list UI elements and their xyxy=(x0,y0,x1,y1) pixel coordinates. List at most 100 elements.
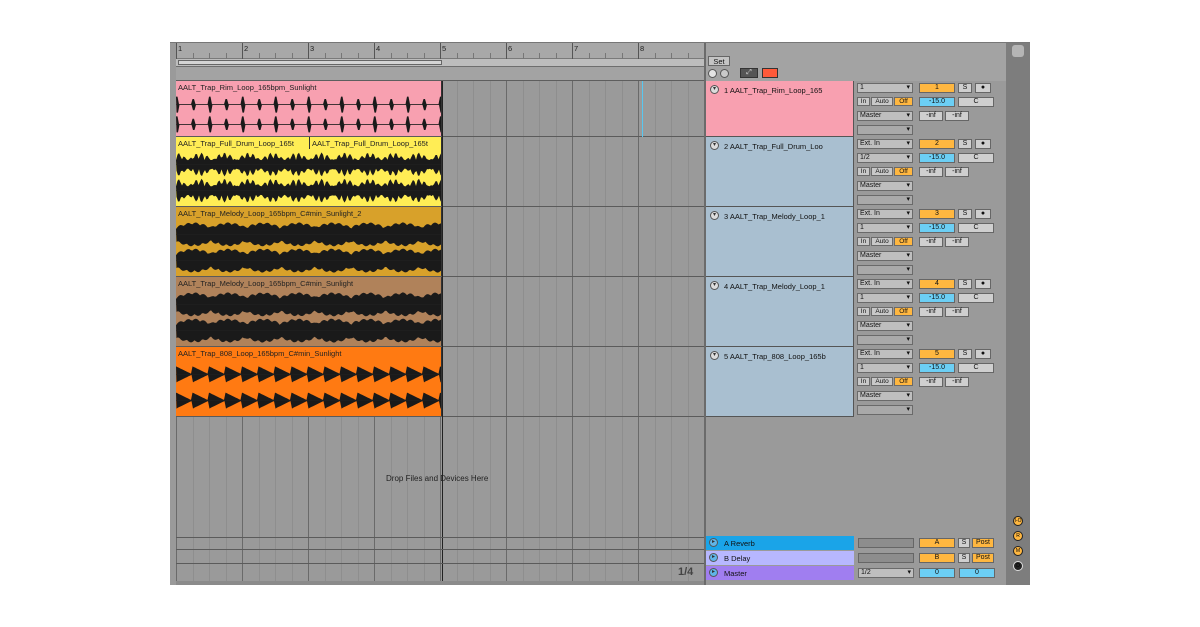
post-button[interactable]: Post xyxy=(972,553,994,563)
return-track-title[interactable]: ▸ A Reverb xyxy=(706,536,854,550)
send-a-field[interactable]: -inf xyxy=(919,307,943,317)
monitor-off-button[interactable]: Off xyxy=(894,307,913,316)
post-button[interactable]: Post xyxy=(972,538,994,548)
return-activator-button[interactable]: B xyxy=(919,553,955,563)
input-channel-select[interactable]: 1 xyxy=(857,293,913,303)
track-activator-button[interactable]: 1 xyxy=(919,83,955,93)
side-toggle-button[interactable]: R xyxy=(1013,531,1023,541)
solo-button[interactable]: S xyxy=(958,139,972,149)
pan-field[interactable]: C xyxy=(958,363,994,373)
side-toggle-button[interactable]: I-O xyxy=(1013,516,1023,526)
arm-button[interactable]: ● xyxy=(975,139,991,149)
beat-time-ruler[interactable]: 1 2 3 4 5 6 7 8 xyxy=(176,43,704,59)
fold-icon[interactable]: ▾ xyxy=(710,211,719,220)
input-channel-select[interactable]: 1 xyxy=(857,83,913,93)
return-activator-button[interactable]: A xyxy=(919,538,955,548)
master-pan-field[interactable]: 0 xyxy=(959,568,995,578)
volume-field[interactable]: -15.0 xyxy=(919,97,955,107)
send-a-field[interactable]: -inf xyxy=(919,111,943,121)
playhead-line[interactable] xyxy=(642,81,643,137)
back-icon[interactable] xyxy=(708,69,717,78)
volume-field[interactable]: -15.0 xyxy=(919,363,955,373)
volume-field[interactable]: -15.0 xyxy=(919,153,955,163)
monitor-in-button[interactable]: In xyxy=(857,97,870,106)
output-channel-select[interactable] xyxy=(857,195,913,205)
output-channel-select[interactable] xyxy=(857,405,913,415)
solo-button[interactable]: S xyxy=(958,83,972,93)
output-channel-select[interactable] xyxy=(857,265,913,275)
track-activator-button[interactable]: 4 xyxy=(919,279,955,289)
solo-button[interactable]: S xyxy=(958,209,972,219)
audio-clip[interactable]: AALT_Trap_Full_Drum_Loop_165t AALT_Trap_F… xyxy=(176,137,442,206)
horizontal-scrollbar[interactable] xyxy=(176,581,704,585)
output-select[interactable]: Master xyxy=(857,181,913,191)
monitor-off-button[interactable]: Off xyxy=(894,237,913,246)
audio-clip[interactable]: AALT_Trap_808_Loop_165bpm_C#min_Sunlight xyxy=(176,347,442,416)
monitor-auto-button[interactable]: Auto xyxy=(871,167,893,176)
send-b-field[interactable]: -inf xyxy=(945,377,969,387)
arm-button[interactable]: ● xyxy=(975,83,991,93)
return-track-title[interactable]: ▸ B Delay xyxy=(706,551,854,565)
send-a-field[interactable]: -inf xyxy=(919,167,943,177)
send-a-field[interactable]: -inf xyxy=(919,237,943,247)
monitor-auto-button[interactable]: Auto xyxy=(871,377,893,386)
fold-icon[interactable]: ▸ xyxy=(709,553,718,562)
monitor-in-button[interactable]: In xyxy=(857,167,870,176)
expand-icon[interactable]: ⤢ xyxy=(740,68,758,78)
monitor-in-button[interactable]: In xyxy=(857,237,870,246)
fold-icon[interactable]: ▾ xyxy=(710,351,719,360)
input-channel-select[interactable]: 1 xyxy=(857,223,913,233)
side-toggle-button[interactable]: M xyxy=(1013,546,1023,556)
input-channel-select[interactable]: 1/2 xyxy=(857,153,913,163)
overview-icon[interactable] xyxy=(1012,45,1024,57)
track-title-bar[interactable]: ▾ 4 AALT_Trap_Melody_Loop_1 xyxy=(706,277,854,347)
output-select[interactable]: Master xyxy=(857,251,913,261)
input-type-select[interactable]: Ext. In xyxy=(857,139,913,149)
audio-clip[interactable]: AALT_Trap_Rim_Loop_165bpm_Sunlight xyxy=(176,81,442,136)
output-channel-select[interactable] xyxy=(857,335,913,345)
input-type-select[interactable]: Ext. In xyxy=(857,209,913,219)
track-title-bar[interactable]: ▾ 3 AALT_Trap_Melody_Loop_1 xyxy=(706,207,854,277)
track-activator-button[interactable]: 3 xyxy=(919,209,955,219)
monitor-off-button[interactable]: Off xyxy=(894,377,913,386)
volume-field[interactable]: -15.0 xyxy=(919,223,955,233)
solo-button[interactable]: S xyxy=(958,538,970,548)
track-title-bar[interactable]: ▾ 5 AALT_Trap_808_Loop_165b xyxy=(706,347,854,417)
send-b-field[interactable]: -inf xyxy=(945,111,969,121)
monitor-auto-button[interactable]: Auto xyxy=(871,97,893,106)
send-b-field[interactable]: -inf xyxy=(945,307,969,317)
solo-button[interactable]: S xyxy=(958,553,970,563)
arm-button[interactable]: ● xyxy=(975,209,991,219)
audio-clip[interactable]: AALT_Trap_Melody_Loop_165bpm_C#min_Sunli… xyxy=(176,207,442,276)
arm-button[interactable]: ● xyxy=(975,349,991,359)
monitor-off-button[interactable]: Off xyxy=(894,167,913,176)
forward-icon[interactable] xyxy=(720,69,729,78)
monitor-auto-button[interactable]: Auto xyxy=(871,237,893,246)
fold-icon[interactable]: ▾ xyxy=(710,141,719,150)
pan-field[interactable]: C xyxy=(958,223,994,233)
audio-clip[interactable]: AALT_Trap_Melody_Loop_165bpm_C#min_Sunli… xyxy=(176,277,442,346)
output-select[interactable]: Master xyxy=(857,391,913,401)
fold-icon[interactable]: ▸ xyxy=(709,538,718,547)
pan-field[interactable]: C xyxy=(958,293,994,303)
arm-button[interactable]: ● xyxy=(975,279,991,289)
input-channel-select[interactable]: 1 xyxy=(857,363,913,373)
pan-field[interactable]: C xyxy=(958,153,994,163)
pan-field[interactable]: C xyxy=(958,97,994,107)
monitor-auto-button[interactable]: Auto xyxy=(871,307,893,316)
return-track-title[interactable]: ▸ Master xyxy=(706,566,854,580)
monitor-off-button[interactable]: Off xyxy=(894,97,913,106)
volume-field[interactable]: -15.0 xyxy=(919,293,955,303)
input-type-select[interactable]: Ext. In xyxy=(857,279,913,289)
side-toggle-button[interactable]: D xyxy=(1013,561,1023,571)
track-activator-button[interactable]: 2 xyxy=(919,139,955,149)
fold-icon[interactable]: ▾ xyxy=(710,281,719,290)
loop-brace[interactable] xyxy=(178,60,442,65)
master-volume-field[interactable]: 0 xyxy=(919,568,955,578)
set-button[interactable]: Set xyxy=(708,56,730,66)
monitor-in-button[interactable]: In xyxy=(857,307,870,316)
fold-icon[interactable]: ▾ xyxy=(710,85,719,94)
master-output-select[interactable]: 1/2 xyxy=(858,568,914,578)
solo-button[interactable]: S xyxy=(958,279,972,289)
send-b-field[interactable]: -inf xyxy=(945,237,969,247)
